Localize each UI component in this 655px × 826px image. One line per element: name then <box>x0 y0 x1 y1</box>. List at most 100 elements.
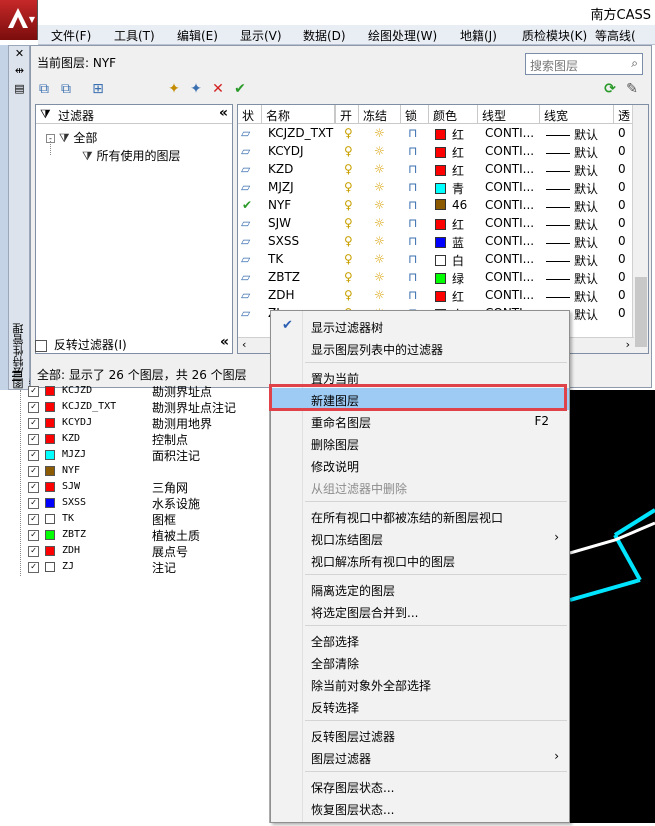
vertical-scrollbar[interactable] <box>632 105 648 353</box>
new-group-filter-icon[interactable]: ⧉ <box>57 80 75 98</box>
col-lock[interactable]: 锁 <box>401 105 429 124</box>
sun-icon[interactable]: ☼ <box>374 288 385 302</box>
bulb-icon[interactable]: ♀ <box>344 270 353 284</box>
color-cell[interactable]: 白 <box>435 252 464 269</box>
menu-item[interactable]: 重命名图层 F2 <box>271 410 569 432</box>
drawing-layer-row[interactable]: ✓ KZD 控制点 <box>0 432 270 448</box>
lineweight-cell[interactable]: 默认 <box>546 126 598 143</box>
bulb-icon[interactable]: ♀ <box>344 144 353 158</box>
layer-row[interactable]: ✔ NYF ♀ ☼ ⊓ 46 CONTI... 默认 0 <box>238 197 634 215</box>
drawing-layer-row[interactable]: ✓ ZJ 注记 <box>0 560 270 576</box>
visible-checkbox[interactable]: ✓ <box>28 497 39 509</box>
transparency[interactable]: 0 <box>618 180 626 194</box>
linetype[interactable]: CONTI... <box>485 234 534 248</box>
transparency[interactable]: 0 <box>618 144 626 158</box>
menu-data[interactable]: 数据(D) <box>303 27 346 44</box>
color-cell[interactable]: 红 <box>435 216 464 233</box>
autohide-icon[interactable]: ⇹ <box>12 64 27 78</box>
collapse-icon[interactable]: « <box>219 105 228 121</box>
bulb-icon[interactable]: ♀ <box>344 126 353 140</box>
lineweight-cell[interactable]: 默认 <box>546 288 598 305</box>
visible-checkbox[interactable]: ✓ <box>28 433 39 445</box>
drawing-layer-row[interactable]: ✓ KCYDJ 勘测用地界 <box>0 416 270 432</box>
sun-icon[interactable]: ☼ <box>374 144 385 158</box>
menu-file[interactable]: 文件(F) <box>51 27 91 44</box>
col-freeze[interactable]: 冻结 <box>359 105 401 124</box>
menu-item[interactable]: 视口冻结图层 › <box>271 527 569 549</box>
color-cell[interactable]: 红 <box>435 162 464 179</box>
drawing-layer-row[interactable]: ✓ ZBTZ 植被土质 <box>0 528 270 544</box>
menu-item[interactable]: 视口解冻所有视口中的图层 <box>271 549 569 571</box>
lineweight-cell[interactable]: 默认 <box>546 234 598 251</box>
settings-icon[interactable]: ✎ <box>623 80 641 98</box>
collapse-tree-icon[interactable]: « <box>220 334 229 350</box>
set-current-icon[interactable]: ✔ <box>231 80 249 98</box>
menu-item[interactable]: 显示图层列表中的过滤器 <box>271 337 569 359</box>
drawing-layer-row[interactable]: ✓ SXSS 水系设施 <box>0 496 270 512</box>
col-name[interactable]: 名称 <box>262 105 335 124</box>
new-layer-icon[interactable]: ✦ <box>165 80 183 98</box>
visible-checkbox[interactable]: ✓ <box>28 401 39 413</box>
bulb-icon[interactable]: ♀ <box>344 180 353 194</box>
menu-cadastre[interactable]: 地籍(J) <box>460 27 497 44</box>
menu-item[interactable]: 修改说明 <box>271 454 569 476</box>
sun-icon[interactable]: ☼ <box>374 180 385 194</box>
transparency[interactable]: 0 <box>618 216 626 230</box>
layer-states-icon[interactable]: ⊞ <box>89 80 107 98</box>
visible-checkbox[interactable]: ✓ <box>28 417 39 429</box>
layer-row[interactable]: ▱ KCYDJ ♀ ☼ ⊓ 红 CONTI... 默认 0 <box>238 143 634 161</box>
drawing-layer-row[interactable]: ✓ SJW 三角网 <box>0 480 270 496</box>
lineweight-cell[interactable]: 默认 <box>546 216 598 233</box>
linetype[interactable]: CONTI... <box>485 288 534 302</box>
drawing-layer-row[interactable]: ✓ ZDH 展点号 <box>0 544 270 560</box>
drawing-layer-row[interactable]: ✓ KCJZD 勘测界址点 <box>0 384 270 400</box>
menu-item[interactable]: 恢复图层状态... <box>271 797 569 819</box>
sun-icon[interactable]: ☼ <box>374 252 385 266</box>
menu-item[interactable]: 全部选择 <box>271 629 569 651</box>
menu-item[interactable]: 全部清除 <box>271 651 569 673</box>
layer-row[interactable]: ▱ ZBTZ ♀ ☼ ⊓ 绿 CONTI... 默认 0 <box>238 269 634 287</box>
sun-icon[interactable]: ☼ <box>374 126 385 140</box>
layer-row[interactable]: ▱ ZDH ♀ ☼ ⊓ 红 CONTI... 默认 0 <box>238 287 634 305</box>
visible-checkbox[interactable]: ✓ <box>28 481 39 493</box>
menu-view[interactable]: 显示(V) <box>240 27 282 44</box>
close-icon[interactable]: ✕ <box>12 47 27 61</box>
color-cell[interactable]: 红 <box>435 126 464 143</box>
visible-checkbox[interactable]: ✓ <box>28 465 39 477</box>
color-cell[interactable]: 绿 <box>435 270 464 287</box>
col-color[interactable]: 颜色 <box>429 105 478 124</box>
tree-item-all-used[interactable]: ⧩ 所有使用的图层 <box>82 147 181 164</box>
bulb-icon[interactable]: ♀ <box>344 234 353 248</box>
sun-icon[interactable]: ☼ <box>374 270 385 284</box>
layer-row[interactable]: ▱ KZD ♀ ☼ ⊓ 红 CONTI... 默认 0 <box>238 161 634 179</box>
new-property-filter-icon[interactable]: ⧉ <box>35 80 53 98</box>
lock-icon[interactable]: ⊓ <box>408 180 417 194</box>
search-input[interactable]: 搜索图层 ⌕ <box>525 53 643 75</box>
lineweight-cell[interactable]: 默认 <box>546 252 598 269</box>
color-cell[interactable]: 红 <box>435 288 464 305</box>
col-linetype[interactable]: 线型 <box>478 105 540 124</box>
color-cell[interactable]: 46 <box>435 198 467 212</box>
col-lineweight[interactable]: 线宽 <box>540 105 614 124</box>
color-cell[interactable]: 蓝 <box>435 234 464 251</box>
menu-item[interactable]: ✔ 显示过滤器树 <box>271 315 569 337</box>
scroll-right-icon[interactable]: › <box>626 338 630 351</box>
delete-layer-icon[interactable]: ✕ <box>209 80 227 98</box>
new-vp-frozen-layer-icon[interactable]: ✦ <box>187 80 205 98</box>
layer-row[interactable]: ▱ MJZJ ♀ ☼ ⊓ 青 CONTI... 默认 0 <box>238 179 634 197</box>
lineweight-cell[interactable]: 默认 <box>546 270 598 287</box>
transparency[interactable]: 0 <box>618 306 626 320</box>
menu-contour[interactable]: 等高线( <box>595 27 636 44</box>
bulb-icon[interactable]: ♀ <box>344 198 353 212</box>
linetype[interactable]: CONTI... <box>485 126 534 140</box>
drawing-layer-row[interactable]: ✓ MJZJ 面积注记 <box>0 448 270 464</box>
menu-item[interactable]: 反转图层过滤器 <box>271 724 569 746</box>
properties-icon[interactable]: ▤ <box>12 82 27 96</box>
visible-checkbox[interactable]: ✓ <box>28 545 39 557</box>
transparency[interactable]: 0 <box>618 162 626 176</box>
visible-checkbox[interactable]: ✓ <box>28 529 39 541</box>
drawing-layer-row[interactable]: ✓ KCJZD_TXT 勘测界址点注记 <box>0 400 270 416</box>
menu-item[interactable]: 图层过滤器 › <box>271 746 569 768</box>
app-menu-button[interactable]: ▼ <box>0 0 38 40</box>
drawing-layer-row[interactable]: ✓ TK 图框 <box>0 512 270 528</box>
